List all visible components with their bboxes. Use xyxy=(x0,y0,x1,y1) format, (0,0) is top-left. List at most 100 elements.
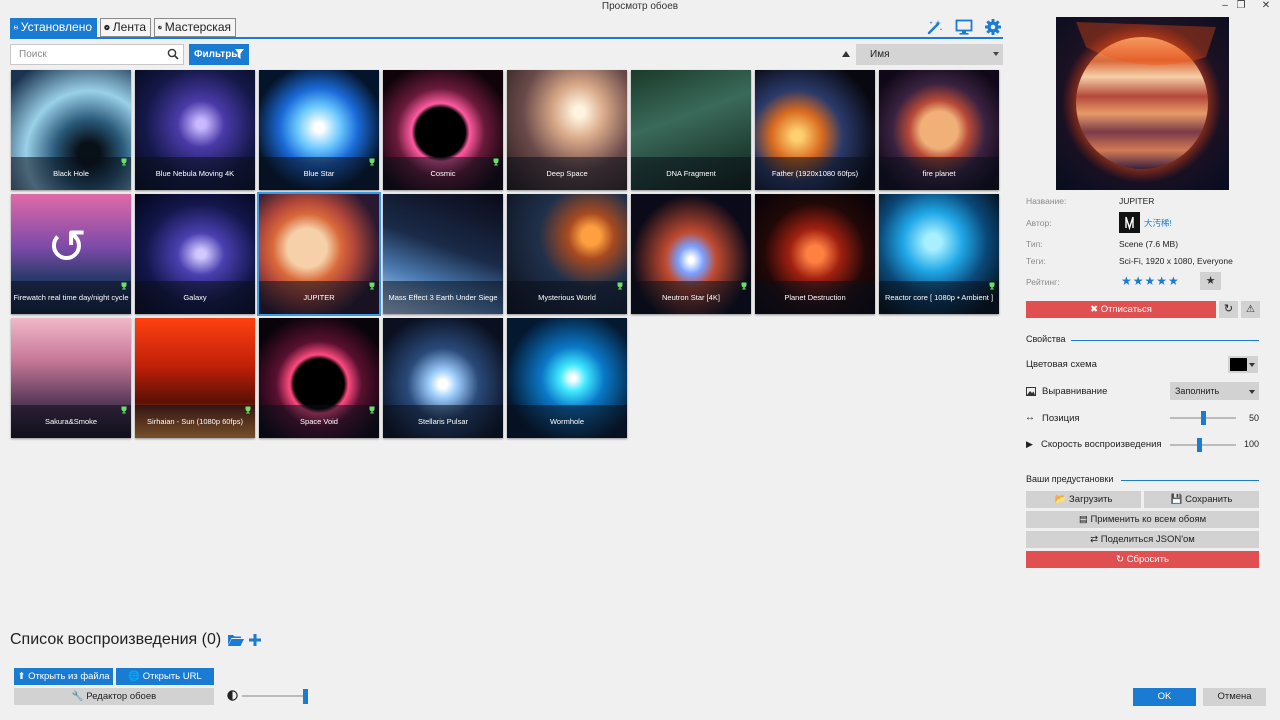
color-swatch xyxy=(1230,358,1247,371)
wallpaper-tile[interactable]: Deep Space xyxy=(507,70,627,190)
trophy-icon xyxy=(121,406,127,414)
load-preset-button[interactable]: 📂 Загрузить xyxy=(1026,491,1141,508)
share-json-button[interactable]: ⇄ Поделиться JSON'ом xyxy=(1026,531,1259,548)
load-preset-label: Загрузить xyxy=(1069,494,1113,505)
wallpaper-tile[interactable]: Wormhole xyxy=(507,318,627,438)
wallpaper-tile[interactable]: Black Hole xyxy=(11,70,131,190)
ok-button[interactable]: OK xyxy=(1133,688,1196,706)
tab-workshop[interactable]: Мастерская xyxy=(154,18,236,37)
speed-label: Скорость воспроизведения xyxy=(1041,439,1162,450)
filter-icon xyxy=(235,49,244,59)
color-scheme-label: Цветовая схема xyxy=(1026,359,1097,370)
position-slider-thumb[interactable] xyxy=(1200,411,1206,425)
wallpaper-tile[interactable]: Galaxy xyxy=(135,194,255,314)
search-icon[interactable] xyxy=(167,48,179,60)
restore-button[interactable]: ❐ xyxy=(1233,0,1249,14)
search-input[interactable]: Поиск xyxy=(10,44,184,65)
open-url-label: Открыть URL xyxy=(142,671,202,682)
wallpaper-tile[interactable]: DNA Fragment xyxy=(631,70,751,190)
apply-all-button[interactable]: ▤ Применить ко всем обоям xyxy=(1026,511,1259,528)
trophy-icon xyxy=(369,158,375,166)
unsubscribe-button[interactable]: ✖ Отписаться xyxy=(1026,301,1216,318)
reset-button[interactable]: ↻ Сбросить xyxy=(1026,551,1259,568)
tab-feed[interactable]: Лента xyxy=(100,18,151,37)
save-icon xyxy=(14,25,18,30)
presets-title: Ваши предустановки xyxy=(1026,474,1114,484)
alignment-select[interactable]: Заполнить xyxy=(1170,382,1259,400)
wallpaper-title: fire planet xyxy=(879,157,999,190)
wallpaper-title: Sirhaian - Sun (1080p 60fps) xyxy=(135,405,255,438)
trophy-icon xyxy=(741,282,747,290)
wallpaper-title: Galaxy xyxy=(135,281,255,314)
wallpaper-tile[interactable]: JUPITER xyxy=(257,192,381,316)
wallpaper-title: Black Hole xyxy=(11,157,131,190)
wallpaper-editor-label: Редактор обоев xyxy=(86,691,157,702)
share-json-label: Поделиться JSON'ом xyxy=(1100,534,1195,545)
tab-workshop-label: Мастерская xyxy=(164,20,231,34)
color-scheme-picker[interactable] xyxy=(1228,356,1258,373)
type-label: Тип: xyxy=(1026,239,1043,249)
save-preset-label: Сохранить xyxy=(1185,494,1233,505)
wallpaper-tile[interactable]: Blue Nebula Moving 4K xyxy=(135,70,255,190)
wallpaper-tile[interactable]: Father (1920x1080 60fps) xyxy=(755,70,875,190)
brightness-slider-track[interactable] xyxy=(242,695,308,697)
wallpaper-tile[interactable]: Neutron Star [4K] xyxy=(631,194,751,314)
play-icon: ▶ xyxy=(1026,439,1033,449)
sort-direction-icon[interactable] xyxy=(842,51,850,57)
reset-label: Сбросить xyxy=(1126,554,1169,565)
open-url-button[interactable]: 🌐 Открыть URL xyxy=(116,668,214,685)
gear-icon[interactable] xyxy=(984,18,1002,36)
speed-slider-thumb[interactable] xyxy=(1197,438,1203,452)
wallpaper-title: Deep Space xyxy=(507,157,627,190)
wallpaper-title: Mass Effect 3 Earth Under Siege xyxy=(383,281,503,314)
chevron-down-icon xyxy=(1249,363,1255,367)
magic-wand-icon[interactable] xyxy=(926,18,944,36)
wallpaper-tile[interactable]: Mass Effect 3 Earth Under Siege xyxy=(383,194,503,314)
trophy-icon xyxy=(245,406,251,414)
refresh-icon[interactable]: ↻ xyxy=(1219,301,1238,318)
open-file-label: Открыть из файла xyxy=(28,671,110,682)
close-button[interactable]: ✕ xyxy=(1258,0,1274,14)
wallpaper-tile[interactable]: Space Void xyxy=(259,318,379,438)
wallpaper-tile[interactable]: Blue Star xyxy=(259,70,379,190)
wallpaper-title: DNA Fragment xyxy=(631,157,751,190)
favorite-star-button[interactable]: ★ xyxy=(1200,272,1221,290)
filters-button[interactable]: Фильтры xyxy=(189,44,249,65)
wallpaper-editor-button[interactable]: 🔧 Редактор обоев xyxy=(14,688,214,705)
wallpaper-tile[interactable]: Reactor core [ 1080p • Ambient ] xyxy=(879,194,999,314)
tab-installed[interactable]: Установлено xyxy=(10,18,97,37)
globe-icon: 🌐 xyxy=(128,671,141,682)
wallpaper-tile[interactable]: Planet Destruction xyxy=(755,194,875,314)
warning-icon[interactable]: ⚠ xyxy=(1241,301,1260,318)
sort-select[interactable]: Имя xyxy=(856,44,1003,65)
wallpaper-tile[interactable]: Sakura&Smoke xyxy=(11,318,131,438)
history-icon: ↺ xyxy=(47,221,88,274)
trophy-icon xyxy=(493,158,499,166)
speed-slider-track[interactable] xyxy=(1170,444,1236,446)
wallpaper-tile[interactable]: Stellaris Pulsar xyxy=(383,318,503,438)
steam-icon xyxy=(158,25,162,30)
wallpaper-title: Cosmic xyxy=(383,157,503,190)
author-label: Автор: xyxy=(1026,218,1052,228)
open-file-button[interactable]: ⬆ Открыть из файла xyxy=(14,668,113,685)
author-link[interactable]: 大汚稀! xyxy=(1144,217,1172,229)
monitor-icon[interactable] xyxy=(955,18,973,36)
author-avatar[interactable] xyxy=(1119,212,1140,233)
folder-open-icon[interactable] xyxy=(228,633,244,647)
wallpaper-title: Sakura&Smoke xyxy=(11,405,131,438)
brightness-slider-thumb[interactable] xyxy=(303,689,308,704)
wallpaper-tile[interactable]: ↺ Firewatch real time day/night cycle xyxy=(11,194,131,314)
minimize-button[interactable]: – xyxy=(1217,0,1233,14)
refresh-icon: ↻ xyxy=(1116,554,1125,565)
wallpaper-tile[interactable]: Cosmic xyxy=(383,70,503,190)
save-preset-button[interactable]: 💾 Сохранить xyxy=(1144,491,1259,508)
cancel-button[interactable]: Отмена xyxy=(1203,688,1266,706)
trophy-icon xyxy=(369,406,375,414)
wallpaper-tile[interactable]: fire planet xyxy=(879,70,999,190)
wallpaper-title: Blue Star xyxy=(259,157,379,190)
wallpaper-tile[interactable]: Sirhaian - Sun (1080p 60fps) xyxy=(135,318,255,438)
tab-installed-label: Установлено xyxy=(20,20,92,34)
wallpaper-tile[interactable]: Mysterious World xyxy=(507,194,627,314)
add-icon[interactable] xyxy=(248,633,262,647)
trophy-icon xyxy=(121,282,127,290)
